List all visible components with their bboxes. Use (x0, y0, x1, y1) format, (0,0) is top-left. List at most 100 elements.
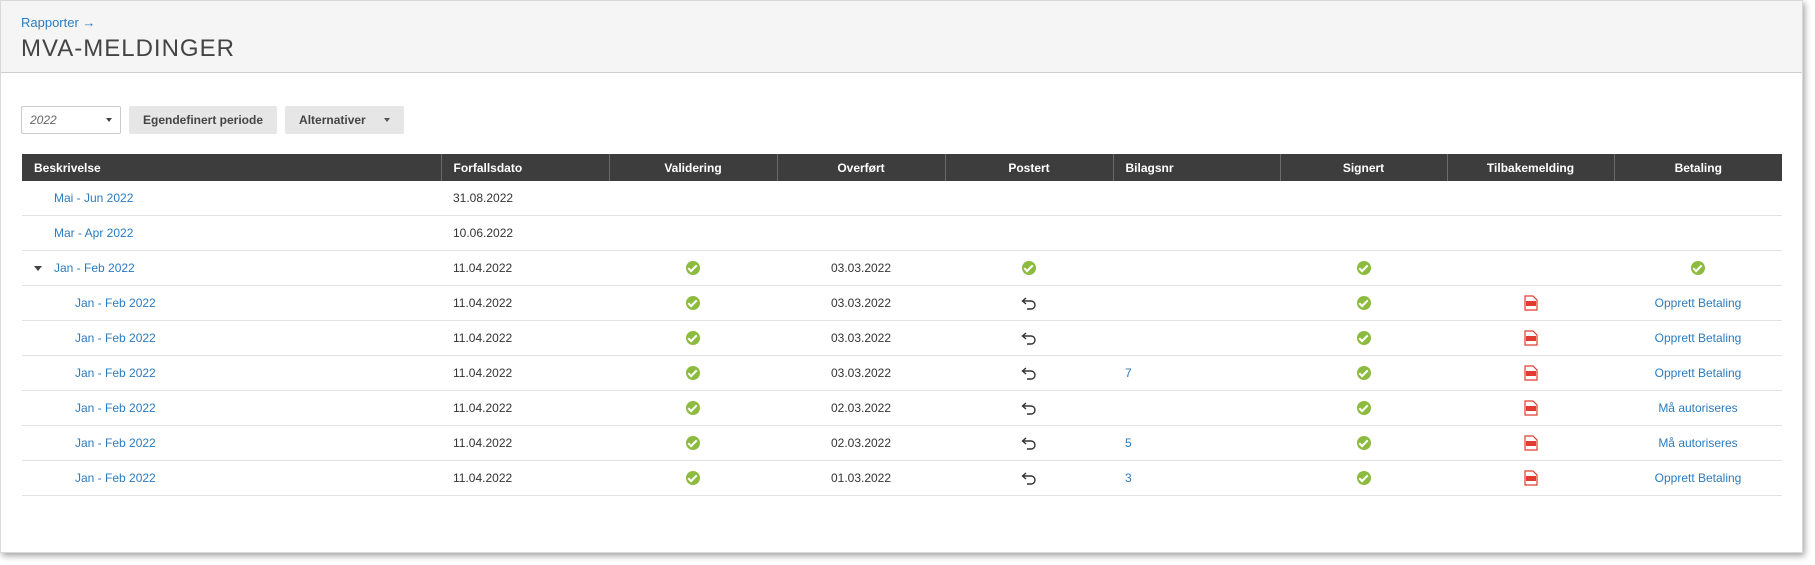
col-header-bilagsnr[interactable]: Bilagsnr (1113, 154, 1281, 181)
cell-overfort: 03.03.2022 (777, 285, 945, 321)
table-row: Mar - Apr 2022 10.06.2022 (22, 215, 1782, 251)
pdf-icon[interactable] (1523, 400, 1538, 416)
period-link[interactable]: Jan - Feb 2022 (75, 366, 156, 380)
cell-beskrivelse: Jan - Feb 2022 (22, 250, 441, 286)
check-circle-icon (1356, 401, 1371, 416)
cell-overfort: 02.03.2022 (777, 425, 945, 461)
check-circle-icon (686, 401, 700, 416)
options-label: Alternativer (299, 113, 366, 127)
check-circle-icon (686, 261, 700, 276)
col-header-postert[interactable]: Postert (945, 154, 1114, 181)
cell-beskrivelse: Jan - Feb 2022 (22, 355, 441, 391)
period-link[interactable]: Jan - Feb 2022 (54, 261, 135, 275)
cell-beskrivelse: Mar - Apr 2022 (22, 215, 441, 251)
cell-beskrivelse: Jan - Feb 2022 (22, 320, 441, 356)
check-circle-icon (686, 366, 700, 381)
chevron-down-icon (106, 118, 112, 122)
col-header-signert[interactable]: Signert (1280, 154, 1448, 181)
year-select-value: 2022 (30, 113, 57, 127)
toolbar: 2022 Egendefinert periode Alternativer (21, 106, 404, 134)
col-header-tilbakemelding[interactable]: Tilbakemelding (1447, 154, 1615, 181)
table-header-row: Beskrivelse Forfallsdato Validering Over… (22, 154, 1782, 181)
payment-link[interactable]: Opprett Betaling (1655, 366, 1742, 380)
cell-forfallsdato: 11.04.2022 (441, 355, 609, 391)
undo-icon[interactable] (1021, 401, 1037, 416)
check-circle-icon (686, 331, 700, 346)
undo-icon[interactable] (1021, 331, 1037, 346)
cell-forfallsdato: 31.08.2022 (441, 181, 609, 216)
page-header: Rapporter → MVA-MELDINGER (1, 1, 1802, 73)
check-circle-icon (1356, 296, 1371, 311)
table-row: Jan - Feb 2022 11.04.2022 02.03.2022 5 M… (22, 425, 1782, 461)
table-row: Jan - Feb 2022 11.04.2022 03.03.2022 Opp… (22, 320, 1782, 356)
period-link[interactable]: Jan - Feb 2022 (75, 296, 156, 310)
payment-link[interactable]: Opprett Betaling (1655, 331, 1742, 345)
payment-link[interactable]: Må autoriseres (1658, 436, 1737, 450)
col-header-overfort[interactable]: Overført (777, 154, 946, 181)
cell-forfallsdato: 11.04.2022 (441, 425, 609, 461)
pdf-icon[interactable] (1523, 470, 1538, 486)
undo-icon[interactable] (1021, 366, 1037, 381)
payment-link[interactable]: Opprett Betaling (1655, 471, 1742, 485)
custom-period-label: Egendefinert periode (143, 113, 264, 127)
year-select[interactable]: 2022 (21, 106, 121, 134)
options-dropdown-button[interactable]: Alternativer (285, 106, 404, 134)
period-link[interactable]: Mar - Apr 2022 (54, 226, 133, 240)
period-link[interactable]: Jan - Feb 2022 (75, 436, 156, 450)
cell-overfort: 02.03.2022 (777, 390, 945, 426)
bilagsnr-link[interactable]: 5 (1125, 436, 1132, 450)
period-link[interactable]: Jan - Feb 2022 (75, 331, 156, 345)
period-link[interactable]: Mai - Jun 2022 (54, 191, 133, 205)
cell-forfallsdato: 10.06.2022 (441, 215, 609, 251)
bilagsnr-link[interactable]: 7 (1125, 366, 1132, 380)
expand-caret-icon[interactable] (34, 266, 42, 272)
pdf-icon[interactable] (1523, 365, 1538, 381)
check-circle-icon (686, 436, 700, 451)
cell-overfort: 01.03.2022 (777, 460, 945, 496)
table-row: Jan - Feb 2022 11.04.2022 03.03.2022 7 O… (22, 355, 1782, 391)
breadcrumb-rapporter[interactable]: Rapporter → (21, 15, 95, 30)
cell-overfort: 03.03.2022 (777, 250, 945, 286)
payment-link[interactable]: Opprett Betaling (1655, 296, 1742, 310)
check-circle-icon (1356, 436, 1371, 451)
cell-beskrivelse: Jan - Feb 2022 (22, 425, 441, 461)
page: Rapporter → MVA-MELDINGER 2022 Egendefin… (0, 0, 1803, 553)
custom-period-button[interactable]: Egendefinert periode (129, 106, 278, 134)
period-link[interactable]: Jan - Feb 2022 (75, 471, 156, 485)
undo-icon[interactable] (1021, 436, 1037, 451)
check-circle-icon (1356, 261, 1371, 276)
table-row: Jan - Feb 2022 11.04.2022 03.03.2022 Opp… (22, 285, 1782, 321)
check-circle-icon (686, 296, 700, 311)
cell-beskrivelse: Jan - Feb 2022 (22, 285, 441, 321)
check-circle-icon (1356, 366, 1371, 381)
mva-table: Beskrivelse Forfallsdato Validering Over… (22, 154, 1782, 496)
pdf-icon[interactable] (1523, 330, 1538, 346)
table-row: Mai - Jun 2022 31.08.2022 (22, 181, 1782, 216)
cell-beskrivelse: Jan - Feb 2022 (22, 390, 441, 426)
cell-forfallsdato: 11.04.2022 (441, 320, 609, 356)
cell-beskrivelse: Jan - Feb 2022 (22, 460, 441, 496)
page-title: MVA-MELDINGER (21, 35, 235, 62)
bilagsnr-link[interactable]: 3 (1125, 471, 1132, 485)
check-circle-icon (1691, 261, 1705, 276)
cell-forfallsdato: 11.04.2022 (441, 250, 609, 286)
col-header-betaling[interactable]: Betaling (1614, 154, 1782, 181)
undo-icon[interactable] (1021, 471, 1037, 486)
pdf-icon[interactable] (1523, 295, 1538, 311)
cell-overfort: 03.03.2022 (777, 355, 945, 391)
col-header-beskrivelse[interactable]: Beskrivelse (22, 154, 442, 181)
check-circle-icon (1022, 261, 1036, 276)
cell-overfort: 03.03.2022 (777, 320, 945, 356)
payment-link[interactable]: Må autoriseres (1658, 401, 1737, 415)
cell-forfallsdato: 11.04.2022 (441, 390, 609, 426)
check-circle-icon (1356, 471, 1371, 486)
check-circle-icon (686, 471, 700, 486)
cell-forfallsdato: 11.04.2022 (441, 460, 609, 496)
pdf-icon[interactable] (1523, 435, 1538, 451)
cell-forfallsdato: 11.04.2022 (441, 285, 609, 321)
period-link[interactable]: Jan - Feb 2022 (75, 401, 156, 415)
col-header-validering[interactable]: Validering (609, 154, 778, 181)
undo-icon[interactable] (1021, 296, 1037, 311)
chevron-down-icon (383, 118, 390, 122)
col-header-forfallsdato[interactable]: Forfallsdato (441, 154, 610, 181)
